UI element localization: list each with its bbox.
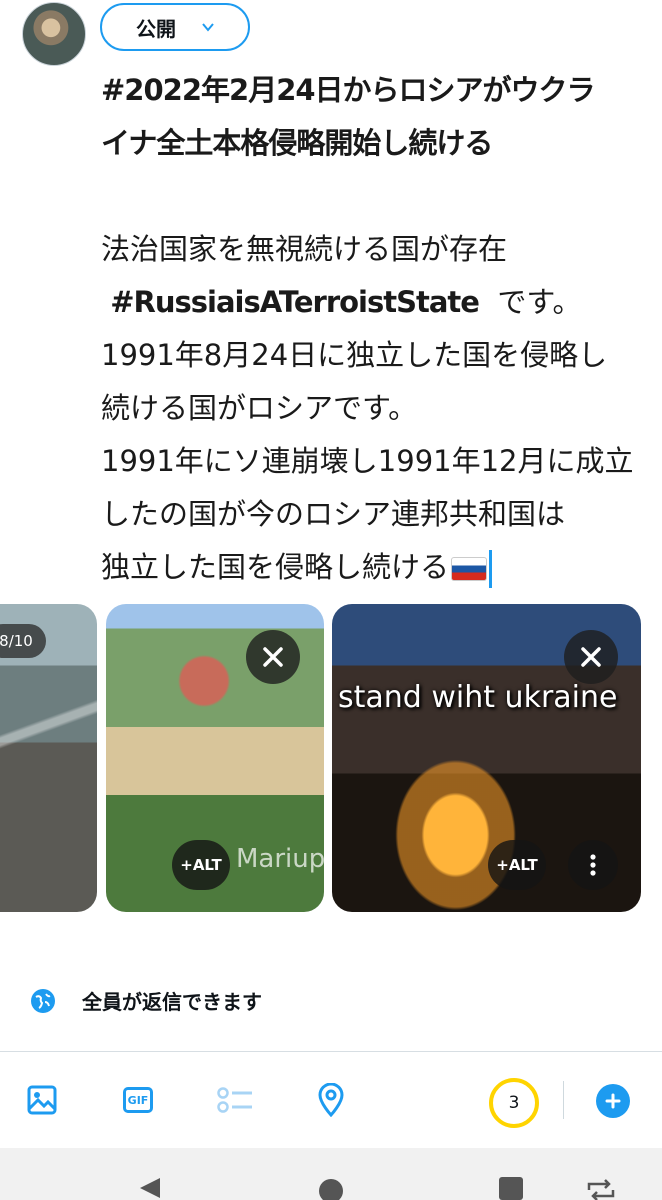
tweet-line: 1991年8月24日に独立した国を侵略し	[101, 338, 608, 372]
character-counter: 3	[489, 1078, 539, 1128]
character-count: 3	[508, 1093, 520, 1113]
add-gif-button[interactable]: GIF	[119, 1081, 157, 1119]
gif-icon: GIF	[123, 1087, 153, 1113]
location-icon	[318, 1083, 344, 1117]
globe-icon	[31, 988, 55, 1013]
remove-media-button[interactable]	[246, 630, 300, 684]
media-thumbnail-3[interactable]: stand wiht ukraine +ALT	[332, 604, 641, 912]
media-more-button[interactable]	[568, 840, 618, 890]
poll-icon	[217, 1087, 252, 1113]
recents-icon[interactable]	[498, 1176, 524, 1200]
close-icon	[581, 647, 601, 667]
add-poll-button	[216, 1081, 254, 1119]
tweet-line: 独立した国を侵略し続ける	[101, 550, 450, 584]
alt-text-button[interactable]: +ALT	[488, 840, 546, 890]
rotate-icon[interactable]	[585, 1178, 617, 1200]
avatar[interactable]	[22, 2, 86, 66]
media-thumbnail-2[interactable]: Mariup +ALT	[106, 604, 324, 912]
reply-setting-label: 全員が返信できます	[82, 990, 262, 1014]
back-icon[interactable]	[136, 1176, 162, 1200]
alt-label: +ALT	[180, 856, 222, 874]
add-location-button[interactable]	[312, 1081, 350, 1119]
image-caption-overlay: stand wiht ukraine	[338, 680, 618, 715]
hashtag: #RussiaisATerroistState	[110, 285, 480, 319]
divider	[0, 1051, 662, 1052]
alt-label: +ALT	[496, 856, 538, 874]
russia-flag-emoji	[451, 557, 488, 581]
video-watermark: Mariup	[236, 844, 324, 874]
reply-setting[interactable]: 全員が返信できます	[30, 986, 262, 1015]
media-counter-label: 8/10	[0, 632, 33, 650]
media-counter: 8/10	[0, 624, 46, 658]
tweet-line: イナ全土本格侵略開始し続ける	[101, 126, 493, 160]
chevron-down-icon	[202, 23, 214, 32]
alt-text-button[interactable]: +ALT	[172, 840, 230, 890]
close-icon	[263, 647, 283, 667]
text-cursor	[489, 550, 493, 588]
audience-label: 公開	[136, 16, 176, 41]
tweet-line: 続ける国がロシアです。	[101, 391, 418, 425]
tweet-text-area[interactable]: #2022年2月24日からロシアがウクラ イナ全土本格侵略開始し続ける 法治国家…	[101, 64, 646, 594]
gif-label: GIF	[127, 1093, 149, 1107]
tweet-line: 法治国家を無視続ける国が存在	[101, 232, 508, 266]
tweet-line: 1991年にソ連崩壊し1991年12月に成立	[101, 444, 634, 478]
media-thumbnail-1[interactable]: 8/10	[0, 604, 97, 912]
image-icon	[27, 1085, 57, 1115]
add-image-button[interactable]	[23, 1081, 61, 1119]
toolbar-separator	[563, 1081, 564, 1119]
tweet-line: したの国が今のロシア連邦共和国は	[101, 497, 566, 531]
home-icon[interactable]	[318, 1178, 344, 1200]
remove-media-button[interactable]	[564, 630, 618, 684]
plus-icon	[605, 1093, 621, 1109]
tweet-line: です。	[497, 285, 582, 319]
add-tweet-button[interactable]	[596, 1084, 630, 1118]
system-nav-bar	[0, 1148, 662, 1200]
tweet-line: #2022年2月24日からロシアがウクラ	[101, 73, 596, 107]
audience-selector[interactable]: 公開	[100, 3, 250, 51]
more-vertical-icon	[590, 854, 596, 876]
